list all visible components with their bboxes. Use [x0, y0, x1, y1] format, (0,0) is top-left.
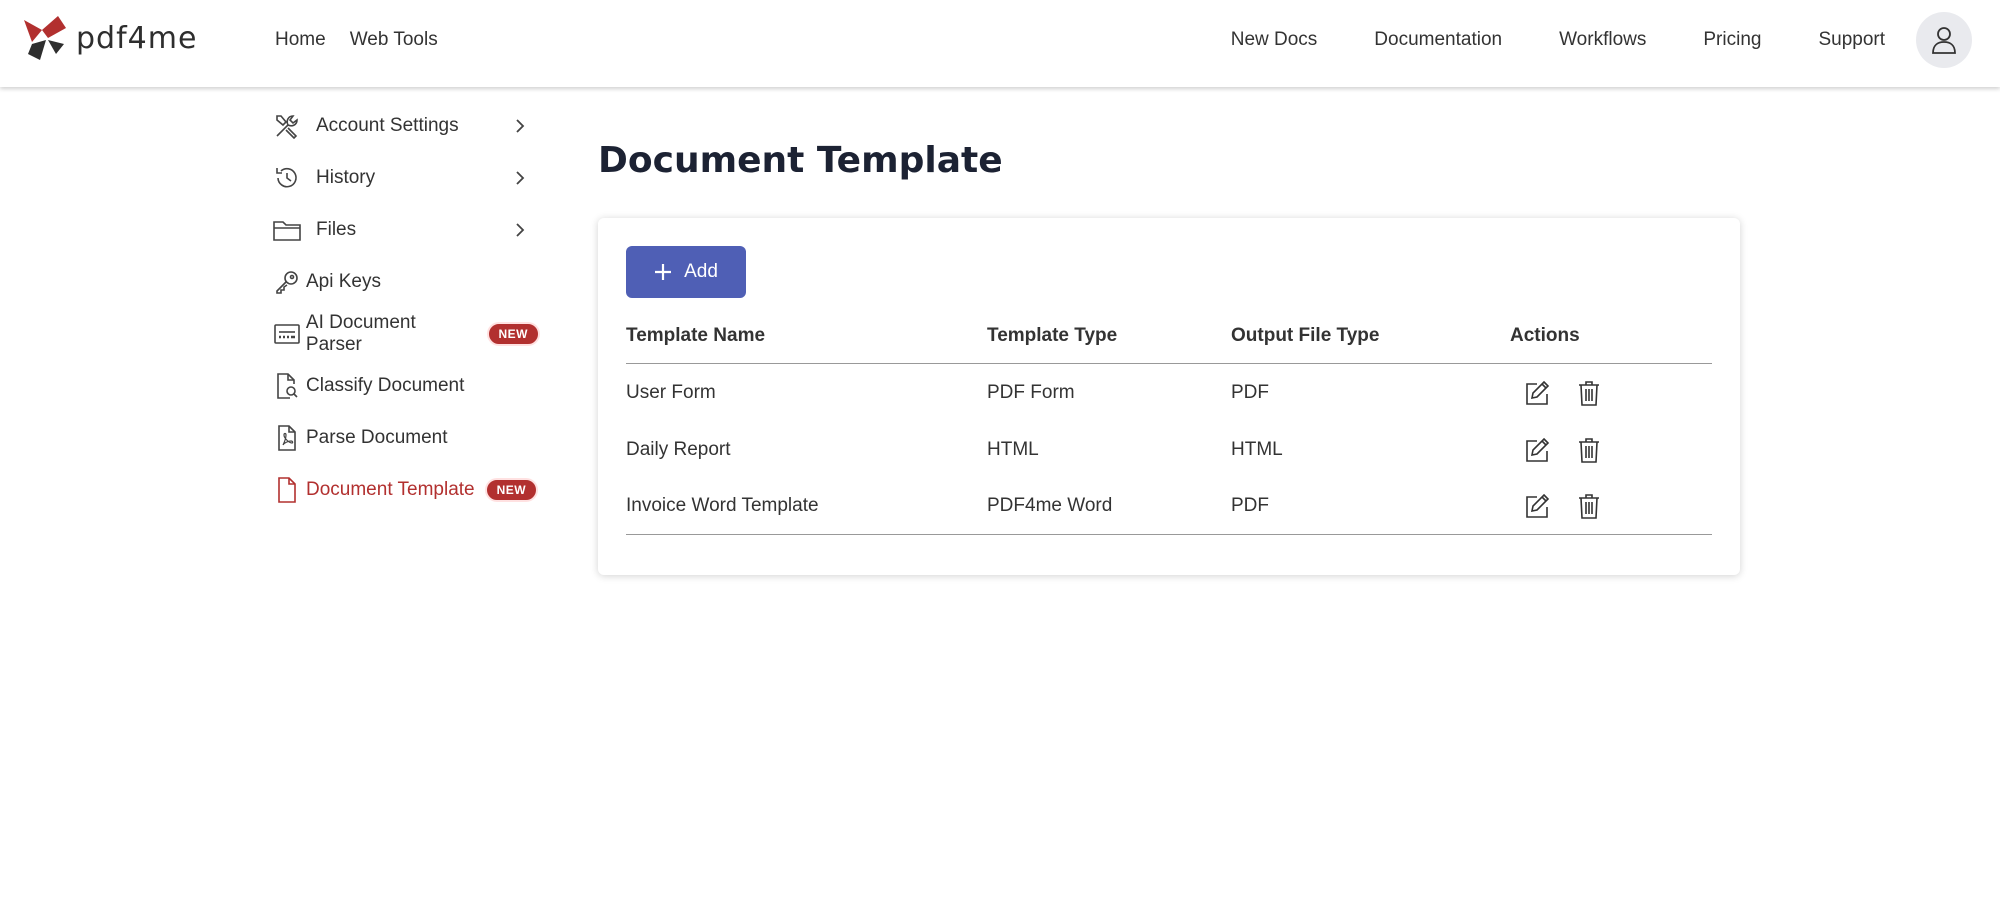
- column-header-template-name[interactable]: Template Name: [626, 325, 987, 347]
- column-header-actions: Actions: [1510, 324, 1580, 346]
- top-header: pdf4me Home Web Tools New Docs Documenta…: [0, 0, 2000, 87]
- pdf-document-icon: [270, 421, 304, 455]
- delete-icon[interactable]: [1574, 491, 1604, 521]
- template-type-cell: PDF4me Word: [987, 495, 1113, 516]
- output-type-cell: PDF: [1231, 495, 1269, 516]
- edit-icon[interactable]: [1522, 435, 1552, 465]
- tools-icon: [270, 109, 304, 143]
- nav-home[interactable]: Home: [275, 29, 326, 51]
- chevron-right-icon: [508, 218, 532, 242]
- logo-mark-icon: [24, 16, 66, 60]
- table-row: User Form PDF Form PDF: [626, 364, 1712, 421]
- nav-pricing[interactable]: Pricing: [1703, 29, 1761, 51]
- table-row: Invoice Word Template PDF4me Word PDF: [626, 478, 1712, 535]
- column-header-output-file-type[interactable]: Output File Type: [1231, 325, 1510, 347]
- nav-workflows[interactable]: Workflows: [1559, 29, 1646, 51]
- page-title: Document Template: [598, 140, 1003, 181]
- document-search-icon: [270, 369, 304, 403]
- sidebar-item-files[interactable]: Files: [270, 204, 540, 256]
- edit-icon[interactable]: [1522, 378, 1552, 408]
- sidebar-item-history[interactable]: History: [270, 152, 540, 204]
- pdf4me-logo[interactable]: pdf4me: [20, 14, 197, 62]
- sidebar-item-label: History: [316, 167, 376, 188]
- template-type-cell: HTML: [987, 438, 1039, 460]
- nav-new-docs[interactable]: New Docs: [1231, 29, 1318, 51]
- document-icon: [270, 473, 304, 507]
- sidebar-item-account-settings[interactable]: Account Settings: [270, 100, 540, 152]
- template-name-cell: Daily Report: [626, 438, 731, 460]
- new-badge: NEW: [484, 478, 539, 502]
- column-header-template-type[interactable]: Template Type: [987, 325, 1231, 347]
- nav-support[interactable]: Support: [1818, 29, 1885, 51]
- sidebar-item-label: Api Keys: [306, 271, 381, 292]
- sidebar-item-parse-document[interactable]: Parse Document: [270, 412, 540, 464]
- sidebar-item-label: Files: [316, 219, 357, 240]
- logo-text: pdf4me: [76, 20, 198, 56]
- sidebar-item-label: Parse Document: [306, 427, 448, 448]
- user-icon: [1932, 27, 1956, 54]
- table-header: Template Name Template Type Output File …: [626, 308, 1712, 364]
- output-type-cell: PDF: [1231, 381, 1269, 403]
- edit-icon[interactable]: [1522, 491, 1552, 521]
- delete-icon[interactable]: [1574, 435, 1604, 465]
- sidebar-item-label: Account Settings: [316, 115, 459, 136]
- sidebar-item-label: Document Template: [306, 479, 475, 500]
- sidebar-item-ai-document-parser[interactable]: AI Document Parser NEW: [270, 308, 540, 360]
- sidebar-item-api-keys[interactable]: Api Keys: [270, 256, 540, 308]
- template-table: Template Name Template Type Output File …: [626, 308, 1712, 535]
- history-icon: [270, 161, 304, 195]
- row-actions: [1510, 435, 1712, 465]
- chevron-right-icon: [508, 166, 532, 190]
- chevron-right-icon: [508, 114, 532, 138]
- add-button-label: Add: [684, 261, 718, 282]
- new-badge: NEW: [486, 322, 540, 346]
- folder-icon: [270, 213, 304, 247]
- sidebar-item-document-template[interactable]: Document Template NEW: [270, 464, 540, 516]
- template-name-cell: Invoice Word Template: [626, 495, 819, 516]
- row-actions: [1510, 378, 1712, 408]
- template-type-cell: PDF Form: [987, 381, 1075, 403]
- nav-web-tools[interactable]: Web Tools: [350, 29, 438, 51]
- delete-icon[interactable]: [1574, 378, 1604, 408]
- template-name-cell: User Form: [626, 381, 716, 403]
- scanner-icon: [270, 317, 304, 351]
- plus-icon: [655, 264, 672, 280]
- sidebar-item-label: AI Document Parser: [305, 312, 416, 355]
- key-icon: [270, 265, 304, 299]
- nav-documentation[interactable]: Documentation: [1374, 29, 1502, 51]
- table-row: Daily Report HTML HTML: [626, 421, 1712, 478]
- sidebar-item-label: Classify Document: [306, 375, 465, 396]
- add-template-button[interactable]: Add: [626, 246, 746, 298]
- output-type-cell: HTML: [1231, 438, 1283, 460]
- row-actions: [1510, 491, 1712, 521]
- sidebar-item-classify-document[interactable]: Classify Document: [270, 360, 540, 412]
- sidebar: Account Settings History Files Api Keys …: [270, 100, 540, 516]
- user-avatar-button[interactable]: [1916, 12, 1972, 68]
- template-card: Add Template Name Template Type Output F…: [598, 218, 1740, 575]
